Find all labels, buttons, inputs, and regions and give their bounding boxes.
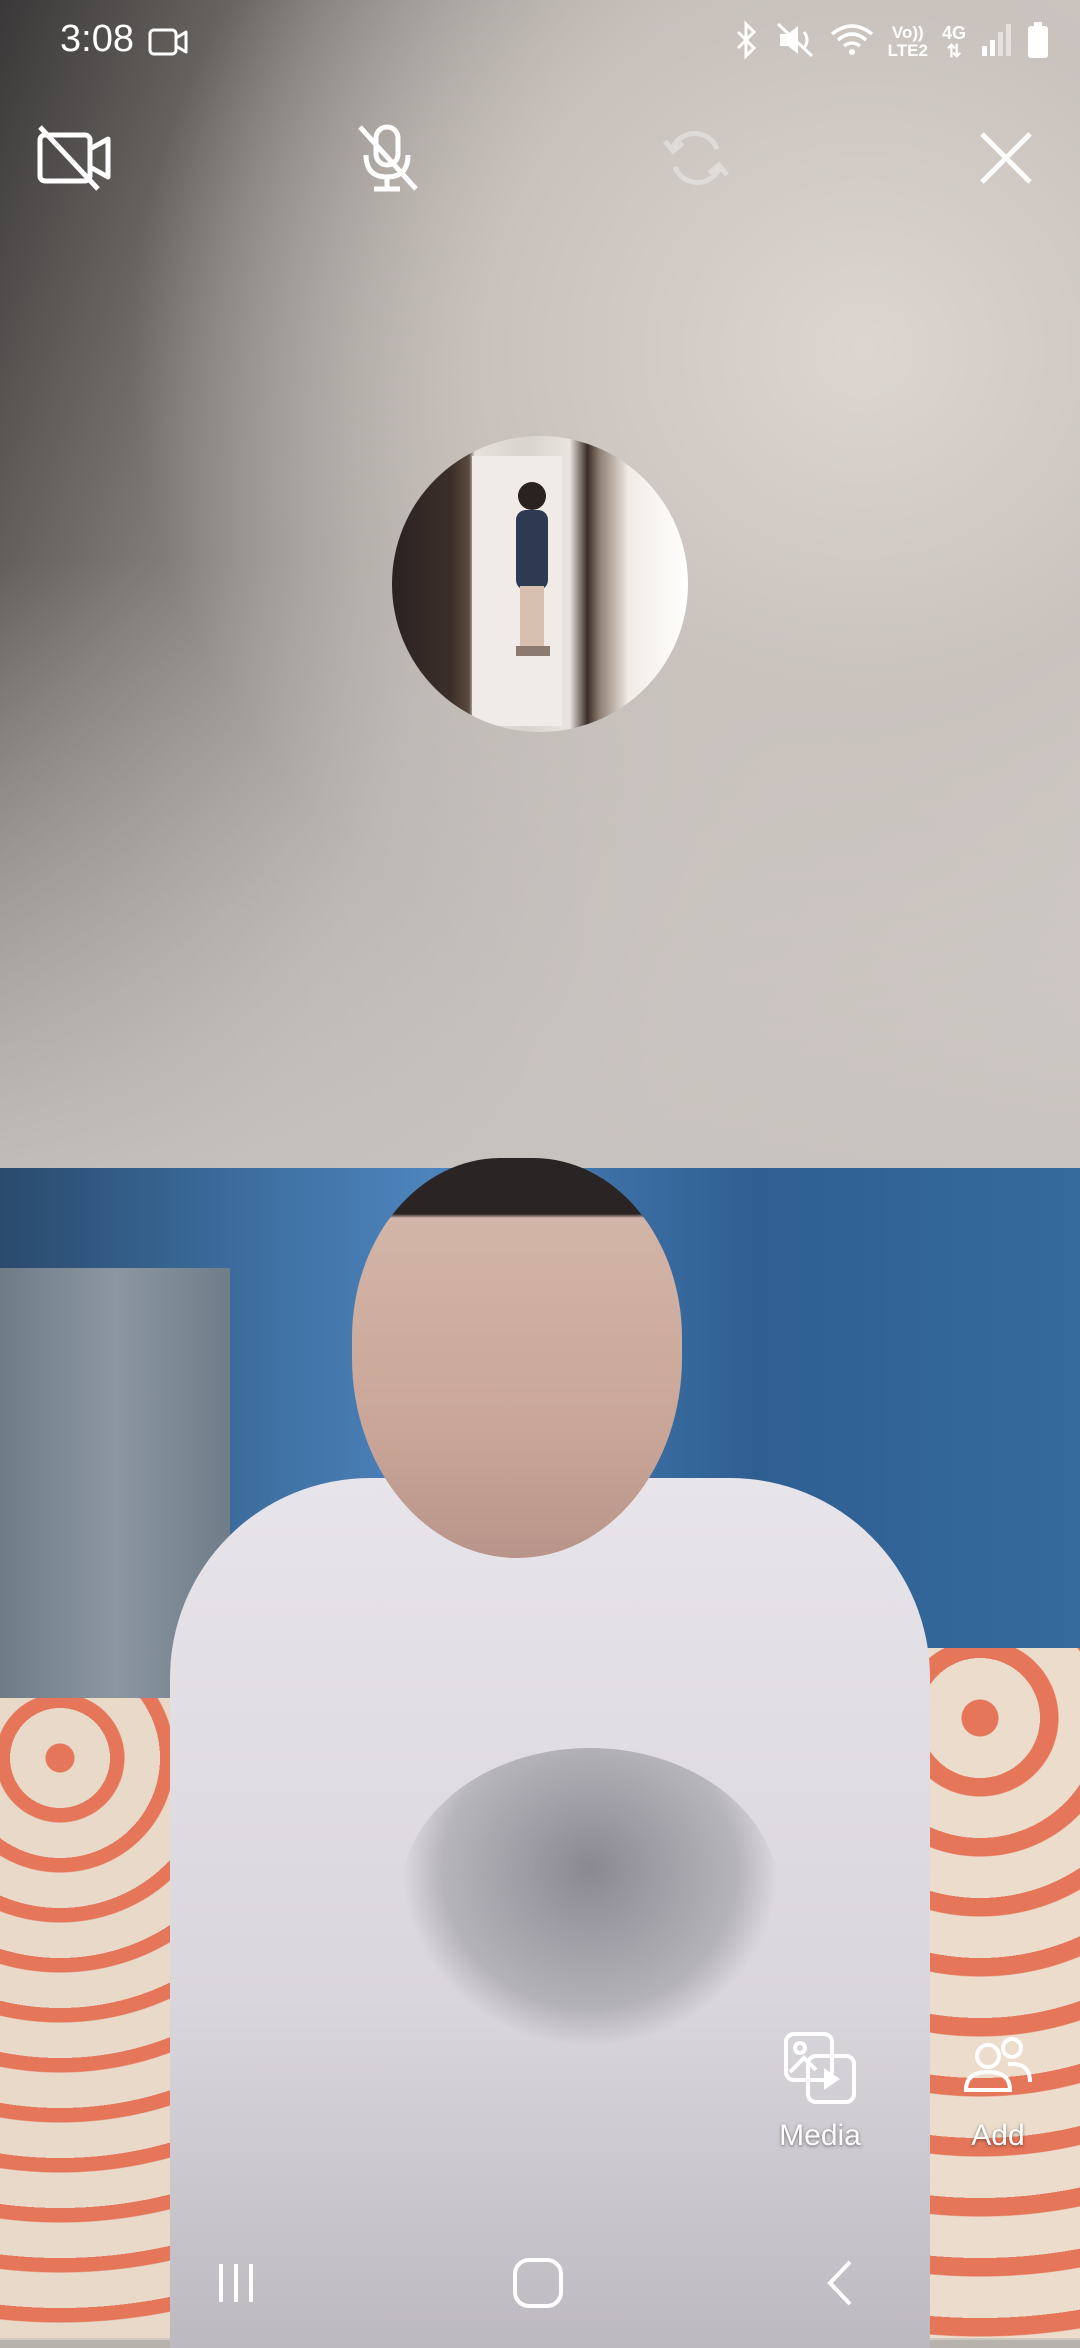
wifi-icon [830,20,874,65]
add-people-icon [960,2030,1036,2111]
status-bar: 3:08 Vo)) LTE2 4G ⇅ [0,0,1080,84]
volte-indicator: Vo)) LTE2 [887,23,928,60]
recents-button[interactable] [166,2230,306,2340]
navigation-bar [0,2230,1080,2340]
video-toggle-button[interactable] [24,110,124,210]
close-icon [976,128,1036,193]
media-button[interactable]: Media [760,2030,880,2180]
person-head [352,1158,682,1558]
switch-camera-icon [661,123,731,198]
media-label: Media [779,2119,861,2152]
call-controls [0,110,1080,210]
switch-camera-button[interactable] [646,110,746,210]
add-label: Add [971,2119,1025,2152]
back-icon [820,2256,860,2315]
mute-icon [776,20,816,65]
add-participant-button[interactable]: Add [938,2030,1058,2180]
home-icon [511,2256,565,2315]
recents-icon [211,2258,261,2313]
bluetooth-icon [732,19,762,65]
home-button[interactable] [468,2230,608,2340]
mic-off-icon [356,123,420,198]
shirt-print [400,1748,780,2048]
side-actions: Media Add [760,2030,1080,2180]
battery-icon [1026,20,1050,65]
mic-toggle-button[interactable] [338,110,438,210]
status-time: 3:08 [60,18,134,60]
media-icon [782,2030,858,2111]
caller-avatar [392,436,688,732]
status-icons: Vo)) LTE2 4G ⇅ [732,18,1050,66]
back-button[interactable] [770,2230,910,2340]
network-type-indicator: 4G ⇅ [941,23,966,61]
screen-record-icon [148,26,188,63]
end-call-button[interactable] [956,110,1056,210]
signal-icon [980,22,1012,63]
video-off-icon [36,124,112,196]
